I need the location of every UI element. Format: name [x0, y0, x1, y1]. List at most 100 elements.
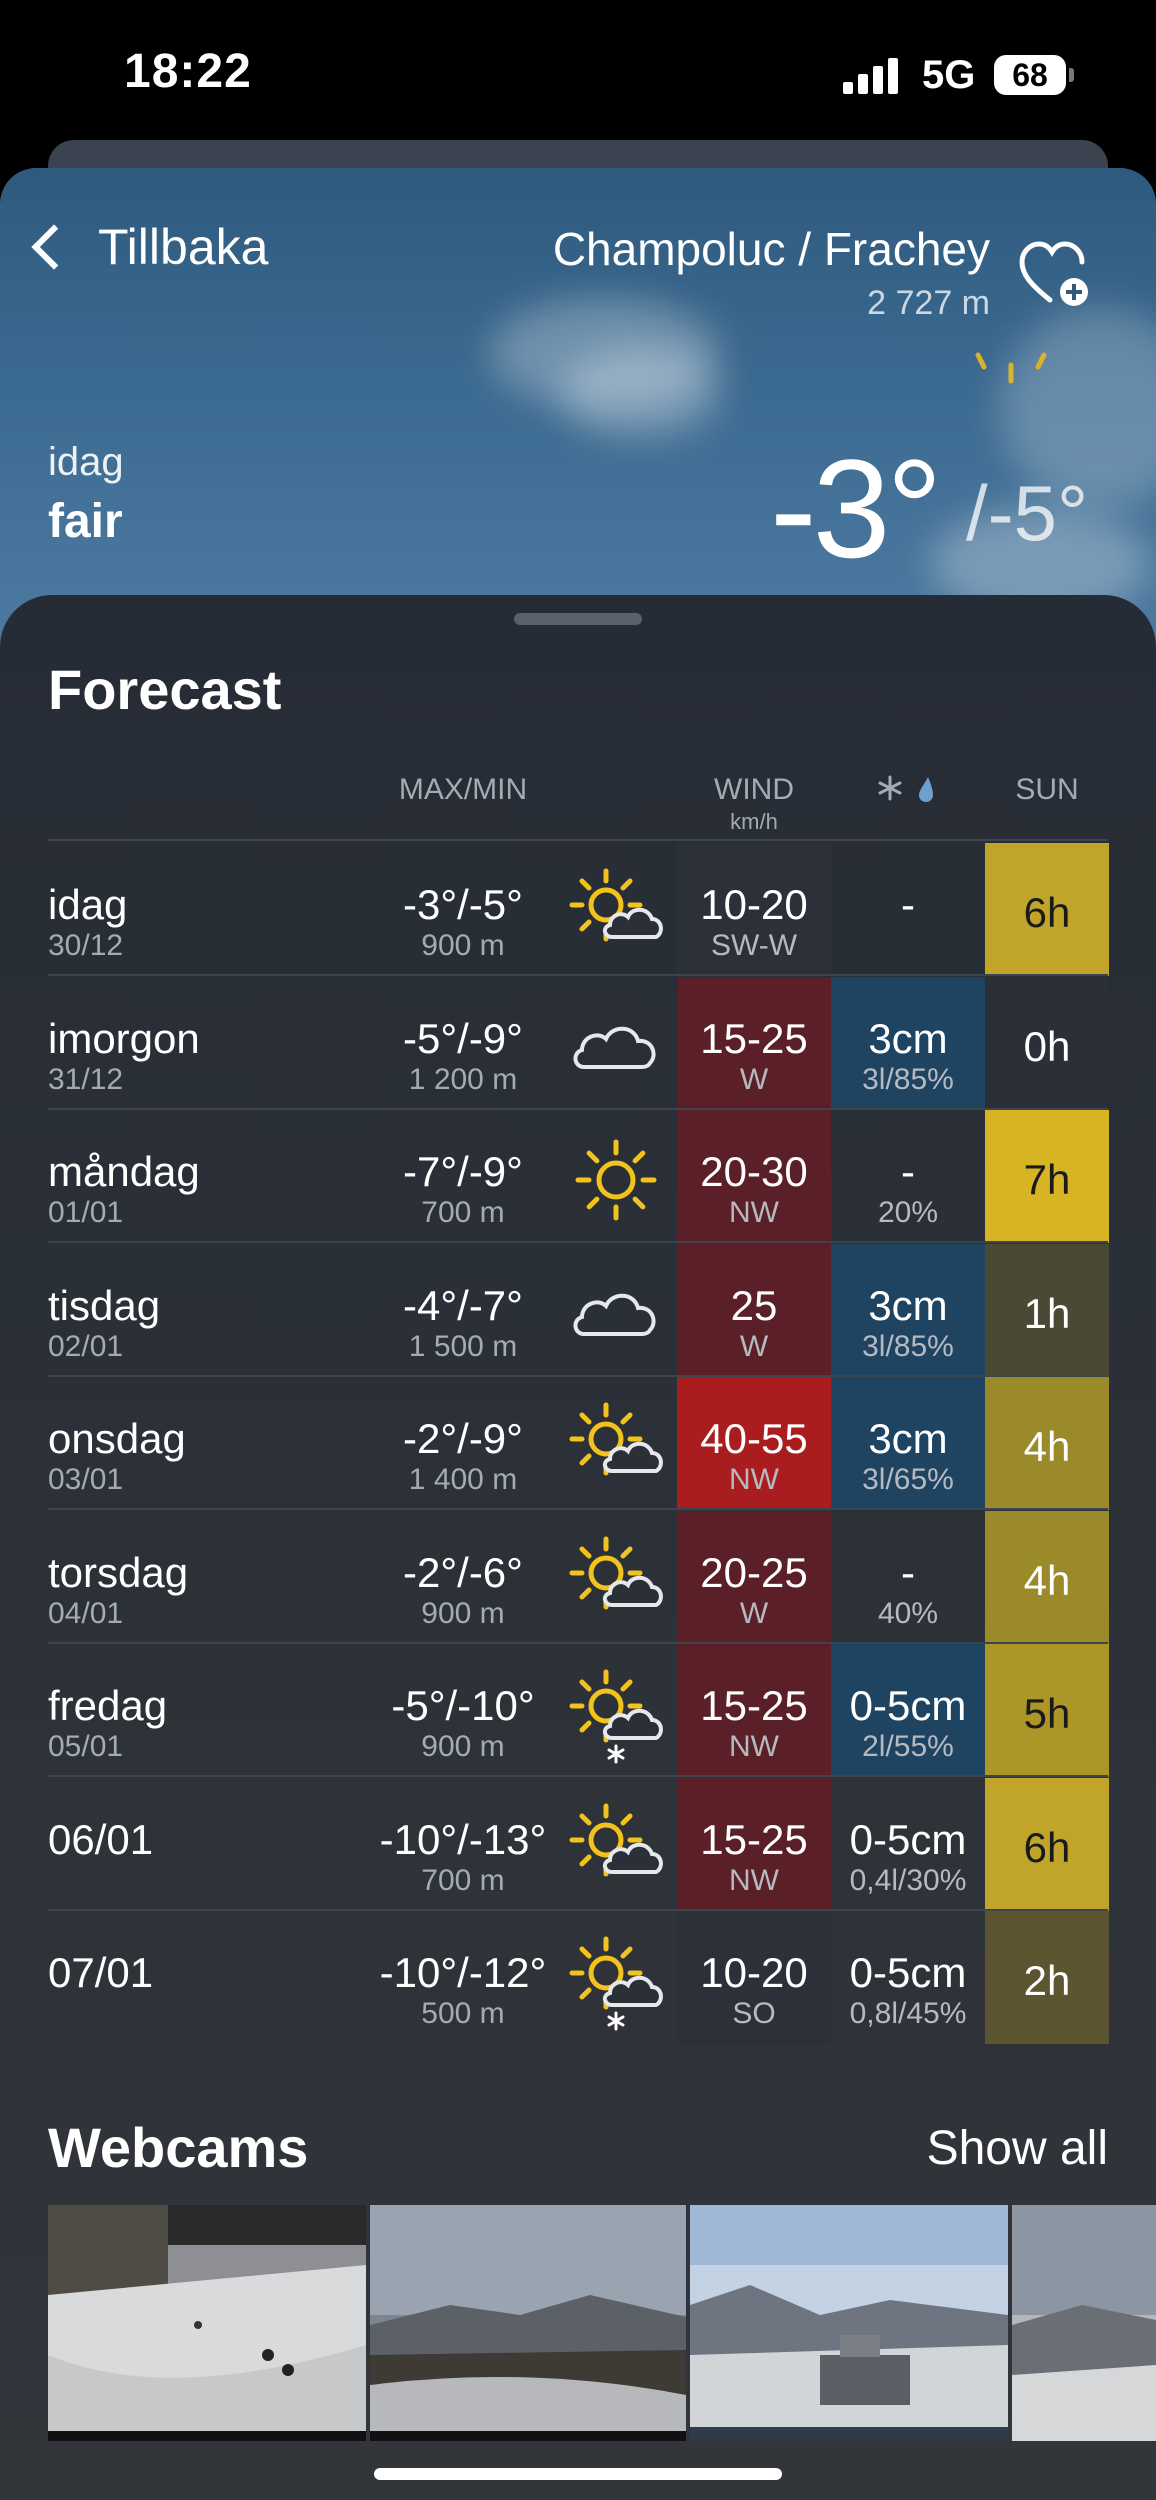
row-sun-hours: 0h	[1023, 1022, 1071, 1070]
battery-icon: 68	[994, 55, 1066, 95]
row-wind-direction: W	[739, 1329, 769, 1363]
forecast-row[interactable]: 07/01 -10°/-12° 500 m 10-20 SO 0-5cm 0,8l/45% 2…	[0, 1911, 1156, 2044]
row-snowfall: 3cm	[868, 1281, 948, 1329]
webcam-thumbnail[interactable]	[370, 2205, 686, 2441]
row-snow-cell: -40%	[831, 1511, 985, 1644]
home-indicator[interactable]	[374, 2468, 782, 2480]
row-freezing-level: 700 m	[421, 1196, 505, 1229]
row-sun-cell: 6h	[985, 843, 1109, 976]
sun-cloud-icon	[569, 1402, 663, 1476]
row-temperature: -2°/-9°	[403, 1415, 523, 1462]
row-sun-cell: 6h	[985, 1777, 1109, 1911]
row-date: 03/01	[48, 1463, 124, 1496]
cloud-icon	[573, 1026, 656, 1069]
status-time: 18:22	[124, 45, 252, 98]
row-wind-cell: 15-25 W	[677, 976, 831, 1110]
row-snow-cell: 3cm 3l/85%	[831, 976, 985, 1110]
row-temperature: -2°/-6°	[403, 1548, 523, 1596]
row-wind-cell: 15-25 NW	[677, 1777, 831, 1911]
row-sun-cell: 0h	[985, 976, 1109, 1110]
row-precip: 3l/65%	[862, 1463, 954, 1496]
row-wind-direction: W	[739, 1062, 769, 1096]
row-snow-cell: 3cm 3l/65%	[831, 1377, 985, 1510]
row-snow-cell: 3cm 3l/85%	[831, 1243, 985, 1377]
row-temperature: -10°/-13°	[379, 1815, 547, 1863]
row-wind-cell: 20-30 NW	[677, 1110, 831, 1243]
row-snowfall: -	[901, 1548, 915, 1596]
forecast-row[interactable]: imorgon 31/12 -5°/-9° 1 200 m 15-25 W 3cm 3l/85…	[0, 976, 1156, 1110]
row-sun-hours: 6h	[1023, 889, 1071, 936]
sun-icon	[575, 1139, 657, 1221]
row-precip: 3l/85%	[862, 1062, 954, 1096]
row-date: 01/01	[48, 1196, 124, 1229]
col-wind: WIND	[714, 773, 794, 806]
row-wind-cell: 20-25 W	[677, 1510, 831, 1644]
webcam-thumbnail[interactable]	[690, 2205, 1008, 2441]
back-button[interactable]: Tillbaka	[24, 218, 268, 276]
row-day: tisdag	[48, 1281, 161, 1329]
current-temperature: -3°	[770, 430, 942, 587]
row-precip: 3l/85%	[862, 1329, 954, 1363]
forecast-row[interactable]: måndag 01/01 -7°/-9° 700 m 20-30 NW -20% 7h	[0, 1110, 1156, 1243]
sun-cloud-icon	[569, 1803, 663, 1876]
forecast-title: Forecast	[48, 658, 282, 721]
row-snowfall: 3cm	[868, 1014, 948, 1062]
row-wind-speed: 25	[730, 1281, 778, 1329]
row-date: 05/01	[48, 1730, 124, 1763]
row-wind-cell: 10-20 SO	[677, 1911, 831, 2044]
row-sun-hours: 5h	[1023, 1690, 1071, 1737]
row-day: 07/01	[48, 1949, 154, 1996]
row-date: 31/12	[48, 1062, 124, 1096]
row-wind-direction: NW	[729, 1730, 779, 1763]
sun-cloud-icon	[569, 1536, 663, 1609]
row-temperature: -4°/-7°	[403, 1281, 523, 1329]
col-sun: SUN	[1015, 773, 1079, 806]
signal-icon	[843, 58, 899, 94]
forecast-row[interactable]: fredag 05/01 -5°/-10° 900 m 15-25 NW 0-5cm 2l/5…	[0, 1644, 1156, 1777]
row-day: måndag	[48, 1148, 200, 1195]
row-sun-cell: 1h	[985, 1243, 1109, 1377]
row-wind-cell: 10-20 SW-W	[677, 843, 831, 976]
forecast-row[interactable]: idag 30/12 -3°/-5° 900 m 10-20 SW-W - 6h	[0, 843, 1156, 976]
row-precip: 0,8l/45%	[849, 1997, 967, 2030]
row-freezing-level: 500 m	[421, 1997, 505, 2030]
row-sun-hours: 2h	[1023, 1957, 1071, 2004]
row-snowfall: 0-5cm	[849, 1682, 967, 1729]
row-snow-cell: 0-5cm 2l/55%	[831, 1644, 985, 1777]
forecast-row[interactable]: torsdag 04/01 -2°/-6° 900 m 20-25 W -40% 4h	[0, 1510, 1156, 1644]
location-name: Champoluc / Frachey	[552, 223, 990, 275]
show-all-link[interactable]: Show all	[927, 2121, 1108, 2176]
forecast-sheet: Forecast MAX/MIN WIND km/h SUN idag 30/12…	[0, 595, 1156, 2500]
row-day: 06/01	[48, 1815, 154, 1863]
forecast-row[interactable]: tisdag 02/01 -4°/-7° 1 500 m 25 W 3cm 3l/85% 1h	[0, 1243, 1156, 1377]
row-day: imorgon	[48, 1014, 200, 1062]
row-snow-cell: -20%	[831, 1110, 985, 1243]
row-date: 04/01	[48, 1596, 124, 1630]
row-wind-cell: 15-25 NW	[677, 1644, 831, 1777]
col-maxmin: MAX/MIN	[398, 773, 528, 806]
row-wind-direction: SO	[732, 1997, 776, 2030]
webcam-thumbnail[interactable]	[48, 2205, 366, 2441]
forecast-row[interactable]: 06/01 -10°/-13° 700 m 15-25 NW 0-5cm 0,4l/30% 6…	[0, 1777, 1156, 1911]
row-wind-cell: 25 W	[677, 1243, 831, 1377]
snow-rain-icon	[878, 775, 933, 802]
sun-rays-icon	[975, 352, 1047, 384]
row-sun-hours: 6h	[1023, 1823, 1071, 1871]
row-snowfall: -	[901, 881, 915, 928]
row-sun-cell: 4h	[985, 1510, 1109, 1644]
header-hero: Tillbaka Champoluc / Frachey 2 727 m ida…	[0, 168, 1156, 648]
forecast-row[interactable]: onsdag 03/01 -2°/-9° 1 400 m 40-55 NW 3cm 3l/65…	[0, 1377, 1156, 1510]
row-temperature: -5°/-10°	[391, 1682, 535, 1729]
row-wind-speed: 15-25	[700, 1014, 808, 1062]
row-temperature: -10°/-12°	[379, 1949, 547, 1996]
webcam-strip	[48, 2205, 1156, 2445]
row-wind-direction: SW-W	[710, 929, 798, 962]
row-freezing-level: 900 m	[421, 1596, 505, 1630]
row-snowfall: 0-5cm	[849, 1815, 967, 1863]
min-temperature: /-5°	[966, 469, 1089, 557]
heart-plus-icon[interactable]	[1016, 234, 1096, 314]
row-wind-direction: NW	[729, 1463, 779, 1496]
webcam-thumbnail[interactable]	[1012, 2205, 1156, 2441]
drag-handle[interactable]	[514, 613, 642, 625]
row-temperature: -3°/-5°	[403, 881, 523, 928]
